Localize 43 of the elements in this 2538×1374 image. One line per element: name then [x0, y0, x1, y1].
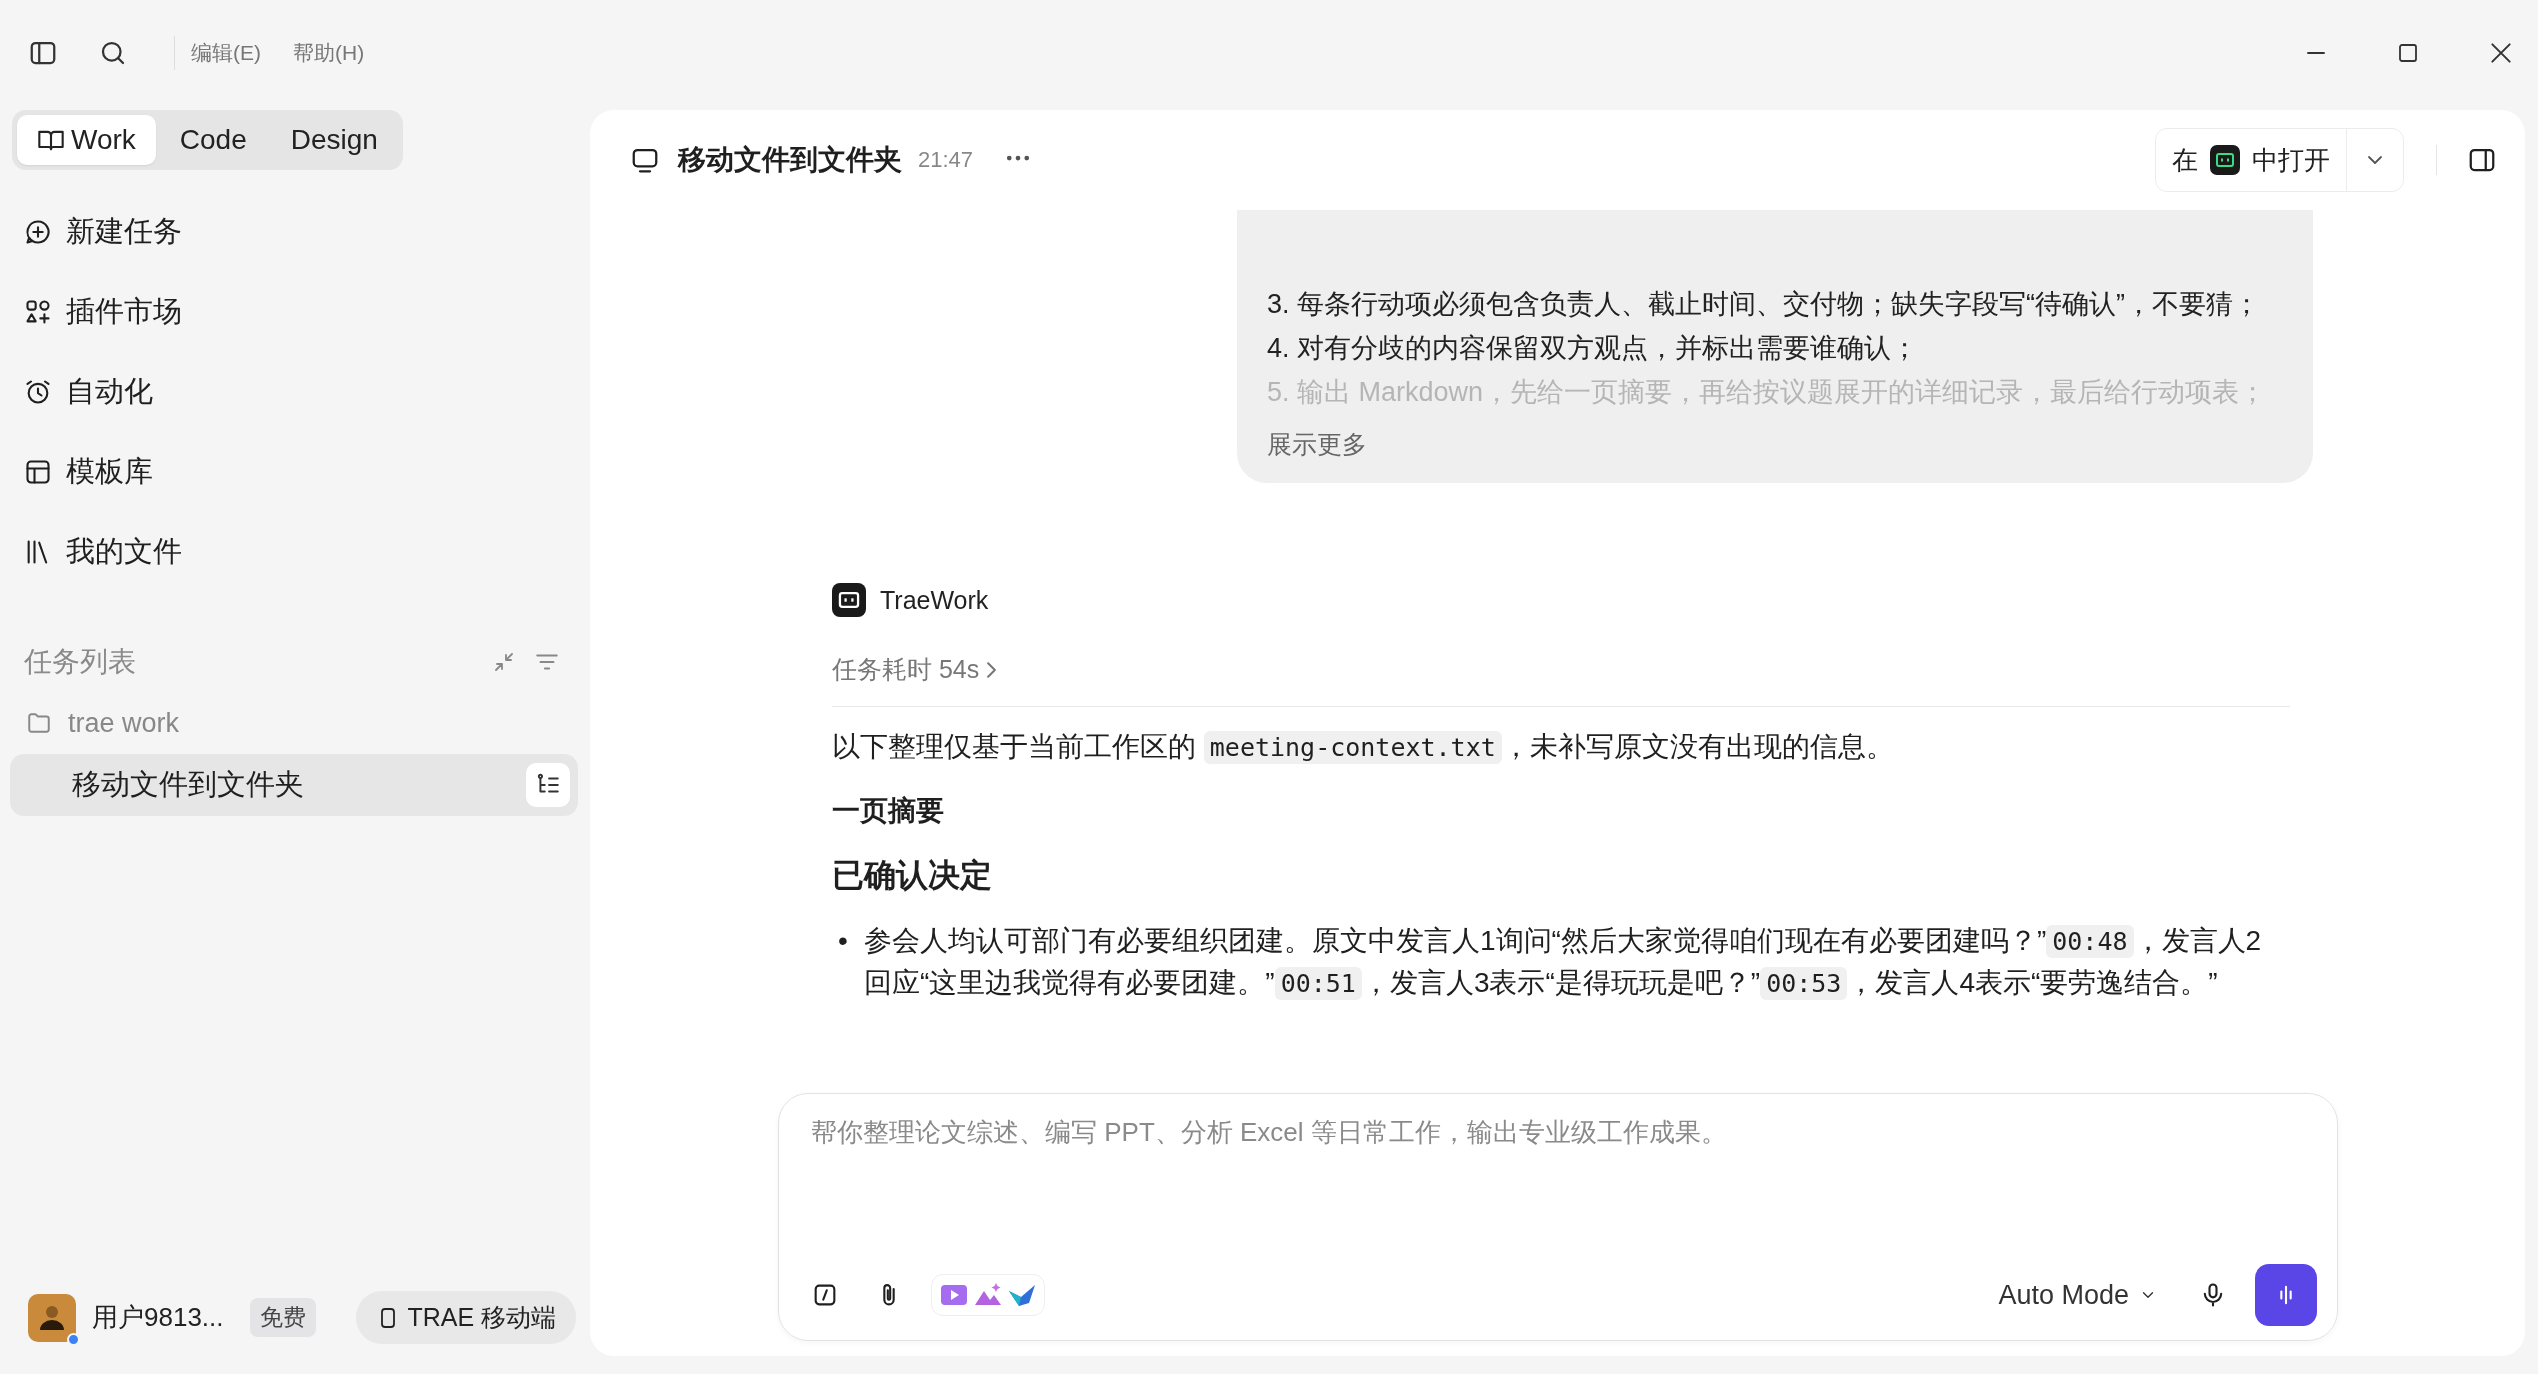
app-icon [2210, 145, 2240, 175]
heading: 一页摘要 [832, 794, 945, 828]
nav-item[interactable]: 自动化 [66, 372, 153, 412]
folder-icon [26, 710, 52, 736]
nav-item[interactable]: 模板库 [66, 452, 153, 492]
user-name[interactable]: 用户9813... [92, 1300, 224, 1335]
assistant-name: TraeWork [880, 585, 989, 615]
conversation-title: 移动文件到文件夹 [678, 143, 902, 177]
plan-badge: 免费 [249, 1298, 316, 1337]
bot-logo-icon [832, 583, 866, 617]
section-title: 任务列表 [24, 645, 137, 679]
collapse-icon[interactable] [492, 650, 516, 674]
nav-item[interactable]: 插件市场 [66, 292, 182, 332]
open-in-button[interactable]: 在 中打开 [2155, 128, 2404, 192]
task-duration[interactable]: 任务耗时 54s [832, 653, 997, 686]
mode-tab[interactable]: Code [159, 115, 267, 165]
message-line: 3. 每条行动项必须包含负责人、截止时间、交付物；缺失字段写“待确认”，不要猜； [1267, 288, 2261, 321]
mode-tab[interactable]: Design [270, 115, 398, 165]
menu-item[interactable]: 帮助(H) [293, 38, 365, 67]
outline-button[interactable] [526, 763, 570, 807]
voice-button[interactable] [2255, 1264, 2317, 1326]
heading: 已确认决定 [832, 856, 993, 895]
alarm-clock-icon [24, 378, 52, 406]
message-line: 4. 对有分歧的内容保留双方观点，并标出需要谁确认； [1267, 332, 1920, 365]
bullet-marker: • [838, 924, 849, 958]
message-line: 5. 输出 Markdown，先给一页摘要，再给按议题展开的详细记录，最后给行动项表； [1267, 376, 2268, 409]
mobile-button[interactable]: TRAE 移动端 [355, 1291, 577, 1344]
chat-plus-icon [24, 218, 52, 246]
message-composer[interactable]: 帮你整理论文综述、编写 PPT、分析 Excel 等日常工作，输出专业级工作成果。 Auto Mode [778, 1093, 2338, 1341]
menu-item[interactable]: 编辑(E) [191, 38, 261, 67]
task-item[interactable]: 移动文件到文件夹 [10, 754, 578, 816]
mode-tab[interactable]: Work [17, 115, 156, 165]
chevron-right-icon [987, 661, 997, 678]
show-more-link[interactable]: 展示更多 [1267, 428, 1367, 461]
template-icon [24, 458, 52, 486]
bullet-item: 参会人均认可部门有必要组织团建。原文中发言人1询问“然后大家觉得咱们现在有必要团建吗？” 00:48 ，发言人2回应“这里边我觉得有必要团建。” 00:51 ，发言人3表示“是得玩玩是吧？” 00:53 ，发言人4表示“要劳逸结合。” [864, 924, 2263, 1002]
shapes-icon [24, 298, 52, 326]
paragraph: 以下整理仅基于当前工作区的 meeting-context.txt ，未补写原文没有出现的信息。 [832, 730, 1895, 766]
nav-item[interactable]: 我的文件 [66, 532, 182, 572]
user-avatar[interactable] [28, 1293, 76, 1342]
timestamp: 21:47 [918, 147, 974, 173]
mode-dropdown[interactable]: Auto Mode [1992, 1278, 2163, 1312]
nav-item[interactable]: 新建任务 [66, 212, 182, 252]
